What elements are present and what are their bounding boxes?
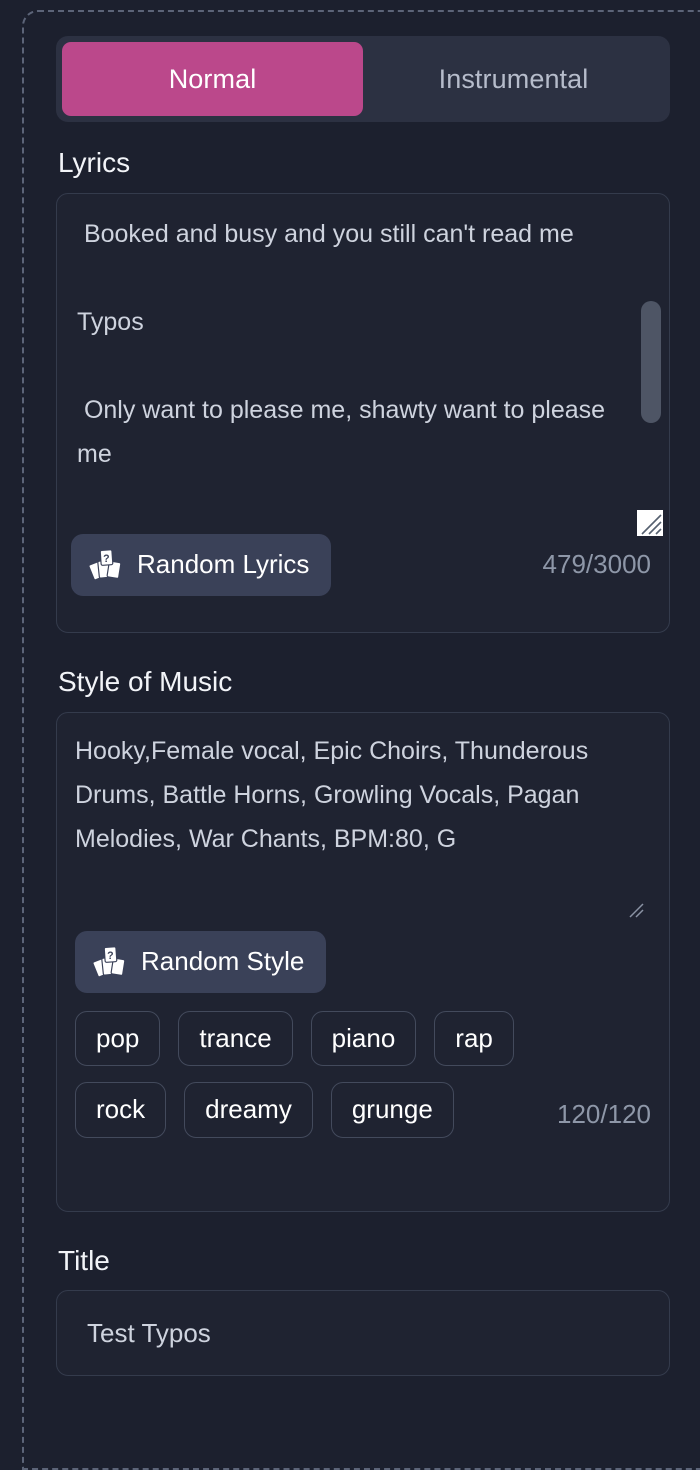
- style-tag-area: pop trance piano rap rock dreamy grunge …: [75, 1010, 651, 1139]
- style-card: Hooky,Female vocal, Epic Choirs, Thunder…: [56, 711, 670, 1212]
- tab-instrumental[interactable]: Instrumental: [363, 42, 664, 116]
- random-style-label: Random Style: [141, 946, 305, 977]
- tab-instrumental-label: Instrumental: [438, 63, 589, 94]
- style-tag-dreamy[interactable]: dreamy: [184, 1082, 313, 1139]
- title-card[interactable]: [56, 1290, 670, 1377]
- style-tag-rap[interactable]: rap: [434, 1010, 514, 1067]
- shuffle-cards-icon: ?: [89, 549, 122, 581]
- lyrics-resize-handle[interactable]: [637, 509, 663, 536]
- style-tag-grunge[interactable]: grunge: [330, 1082, 454, 1139]
- song-creation-panel: Normal Instrumental Lyrics Booked and bu…: [0, 0, 700, 1462]
- random-lyrics-label: Random Lyrics: [137, 549, 310, 580]
- style-textarea-wrap: Hooky,Female vocal, Epic Choirs, Thunder…: [75, 729, 651, 925]
- lyrics-textarea-wrap: Booked and busy and you still can't read…: [71, 206, 663, 536]
- tab-normal-label: Normal: [168, 63, 257, 94]
- title-section-label: Title: [58, 1244, 110, 1276]
- tab-normal[interactable]: Normal: [62, 42, 363, 116]
- lyrics-action-row: ? Random Lyrics 479/3000: [71, 533, 655, 596]
- random-lyrics-button[interactable]: ? Random Lyrics: [71, 533, 332, 596]
- style-tag-rock[interactable]: rock: [75, 1082, 167, 1139]
- style-tag-trance[interactable]: trance: [178, 1010, 293, 1067]
- title-input[interactable]: [85, 1316, 641, 1350]
- lyrics-card: Booked and busy and you still can't read…: [56, 192, 670, 633]
- lyrics-scrollbar-thumb[interactable]: [641, 300, 661, 423]
- style-tag-piano[interactable]: piano: [310, 1010, 417, 1067]
- style-resize-handle[interactable]: [625, 899, 645, 919]
- style-tag-list: pop trance piano rap rock dreamy grunge: [75, 1010, 545, 1139]
- lyrics-section-label: Lyrics: [58, 147, 131, 178]
- svg-text:?: ?: [107, 949, 113, 961]
- style-section-label: Style of Music: [58, 665, 233, 697]
- lyrics-input[interactable]: Booked and busy and you still can't read…: [71, 206, 641, 524]
- style-action-row: ? Random Style: [75, 930, 651, 993]
- svg-text:?: ?: [103, 553, 109, 565]
- style-character-counter: 120/120: [557, 1099, 651, 1130]
- shuffle-cards-icon: ?: [93, 945, 126, 977]
- mode-tab-group[interactable]: Normal Instrumental: [56, 36, 670, 122]
- style-tag-pop[interactable]: pop: [75, 1010, 161, 1067]
- style-input[interactable]: Hooky,Female vocal, Epic Choirs, Thunder…: [75, 729, 651, 925]
- random-style-button[interactable]: ? Random Style: [75, 930, 327, 993]
- lyrics-character-counter: 479/3000: [542, 549, 651, 580]
